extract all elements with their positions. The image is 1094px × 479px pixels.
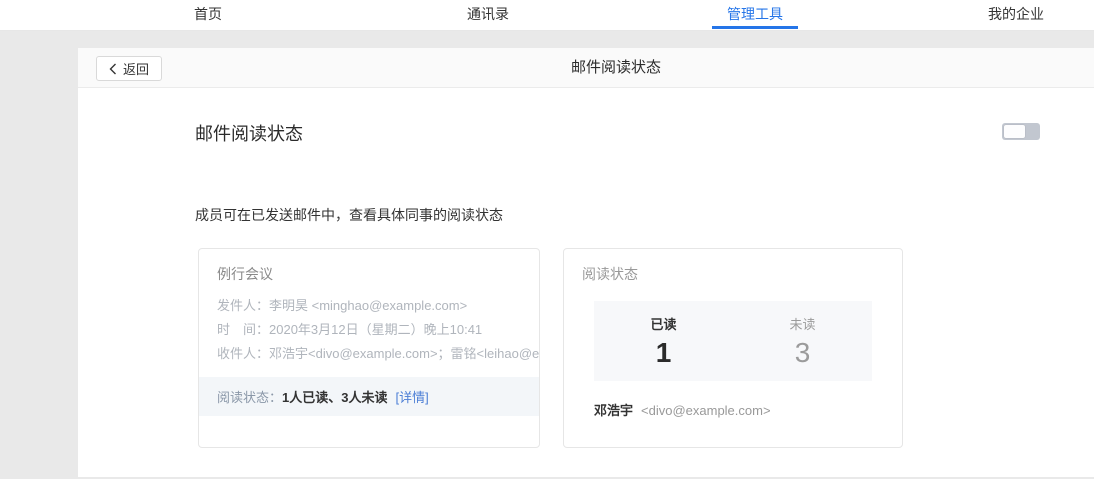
stat-read-label: 已读 xyxy=(650,314,676,333)
nav-item-my-enterprise[interactable]: 我的企业 xyxy=(988,0,1044,29)
read-status-label: 阅读状态： xyxy=(217,390,282,405)
mail-read-status-strip: 阅读状态：1人已读、3人未读 [详情] xyxy=(199,377,539,416)
content-panel: 返回 邮件阅读状态 邮件阅读状态 成员可在已发送邮件中，查看具体同事的阅读状态 … xyxy=(78,48,1094,477)
cards-row: 例行会议 发件人：李明昊 <minghao@example.com> 时 间：2… xyxy=(198,248,903,448)
mail-field-sender: 发件人：李明昊 <minghao@example.com> xyxy=(199,294,539,318)
reader-email: <divo@example.com> xyxy=(641,403,771,418)
nav-item-contacts[interactable]: 通讯录 xyxy=(467,0,509,29)
mail-preview-card: 例行会议 发件人：李明昊 <minghao@example.com> 时 间：2… xyxy=(198,248,540,448)
stat-unread-count: 3 xyxy=(795,338,811,368)
top-nav: 首页 通讯录 管理工具 我的企业 xyxy=(0,0,1094,31)
nav-item-home[interactable]: 首页 xyxy=(194,0,222,29)
read-status-card: 阅读状态 已读 1 未读 3 邓浩宇 <divo@example.com> xyxy=(563,248,903,448)
page-title: 邮件阅读状态 xyxy=(195,120,303,146)
reader-name: 邓浩宇 xyxy=(594,403,633,418)
detail-link[interactable]: [详情] xyxy=(395,390,428,405)
mail-field-value: 2020年3月12日（星期二）晚上10:41 xyxy=(269,322,482,337)
mail-field-label: 时 间： xyxy=(217,322,269,337)
feature-description: 成员可在已发送邮件中，查看具体同事的阅读状态 xyxy=(195,205,503,225)
mail-field-recipients: 收件人：邓浩宇<divo@example.com>；雷铭<leihao@e... xyxy=(199,342,539,366)
toggle-knob xyxy=(1004,125,1025,138)
stat-panel: 已读 1 未读 3 xyxy=(594,301,872,381)
read-status-value: 1人已读、3人未读 xyxy=(282,390,387,405)
reader-row: 邓浩宇 <divo@example.com> xyxy=(594,400,872,419)
status-card-title: 阅读状态 xyxy=(582,264,884,284)
mail-field-label: 发件人： xyxy=(217,298,269,313)
mail-field-value: 李明昊 <minghao@example.com> xyxy=(269,298,467,313)
mail-field-time: 时 间：2020年3月12日（星期二）晚上10:41 xyxy=(199,318,539,342)
mail-field-label: 收件人： xyxy=(217,346,269,361)
stat-unread: 未读 3 xyxy=(733,301,872,381)
nav-item-admin-tools[interactable]: 管理工具 xyxy=(727,0,783,29)
panel-header: 返回 邮件阅读状态 xyxy=(78,48,1094,88)
stat-read: 已读 1 xyxy=(594,301,733,381)
mail-field-value: 邓浩宇<divo@example.com>；雷铭<leihao@e... xyxy=(269,346,539,361)
stat-read-count: 1 xyxy=(656,338,672,368)
panel-header-title: 邮件阅读状态 xyxy=(78,48,1094,88)
read-status-toggle[interactable] xyxy=(1002,123,1040,140)
mail-subject: 例行会议 xyxy=(199,264,539,284)
stat-unread-label: 未读 xyxy=(789,314,815,333)
